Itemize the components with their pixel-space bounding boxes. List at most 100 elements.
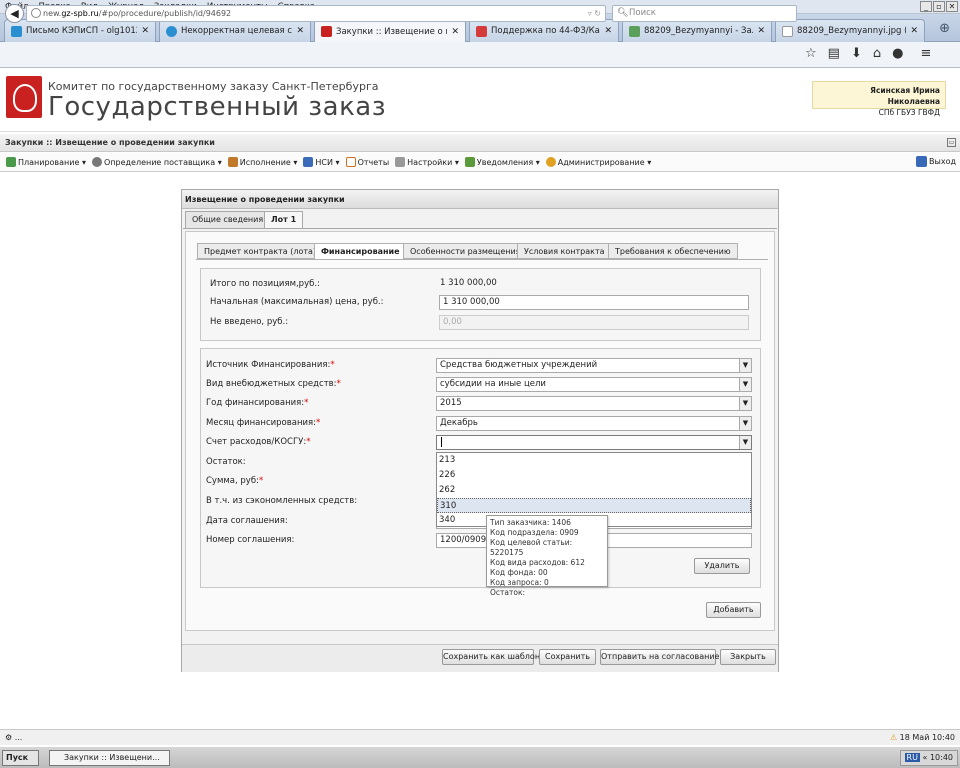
menu-nsi[interactable]: НСИ ▾ [303,157,340,167]
settings-icon [395,157,406,167]
reload-icon[interactable]: ▿ ↻ [588,6,601,21]
required-mark: * [258,476,264,486]
chevron-down-icon[interactable]: ▼ [739,417,751,430]
panel-title: Извещение о проведении закупки [182,190,778,209]
address-bar[interactable]: new.gz-spb.ru/#po/procedure/publish/id/9… [26,5,606,22]
menu-planning[interactable]: Планирование ▾ [6,157,86,167]
chevron-down-icon[interactable]: ▼ [739,378,751,391]
month-label: Месяц финансирования:* [206,418,321,428]
year-select[interactable]: 2015 ▼ [436,396,752,411]
tab-favicon-icon [476,25,487,37]
tab-divider [183,228,777,229]
maximize-panel-icon[interactable]: ▭ [947,138,956,147]
account-select[interactable]: ▼ [436,435,752,450]
not-entered-field: 0,00 [439,315,749,330]
tab-general-info[interactable]: Общие сведения [185,211,271,228]
menu-icon[interactable]: ≡ [920,46,931,61]
browser-tab[interactable]: 88209_Bezymyannyi - Зали...✕ [622,19,772,42]
send-approval-button[interactable]: Отправить на согласование [600,649,719,665]
tooltip-line: Код подраздела: 0909 [490,528,579,537]
extra-funds-label: Вид внебюджетных средств:* [206,379,341,389]
source-select[interactable]: Средства бюджетных учреждений ▼ [436,358,752,373]
search-icon: 🔍︎ [617,8,629,18]
language-indicator[interactable]: RU [904,753,920,762]
extra-funds-select[interactable]: субсидии на иные цели ▼ [436,377,752,392]
restore-icon[interactable]: ▫ [933,1,945,12]
os-taskbar: Пуск Закупки :: Извещени... RU « 10:40 [0,746,960,768]
close-tab-icon[interactable]: ✕ [910,26,918,36]
subtab-features[interactable]: Особенности размещения [403,243,528,259]
close-tab-icon[interactable]: ✕ [141,26,149,36]
save-button[interactable]: Сохранить [539,649,596,665]
add-button[interactable]: Добавить [706,602,761,618]
balance-label: Остаток: [206,457,246,467]
reports-icon [345,157,356,167]
download-icon[interactable]: ⬇ [851,46,862,61]
subtab-subject[interactable]: Предмет контракта (лота) [197,243,324,259]
save-template-button[interactable]: Сохранить как шаблон [442,649,540,665]
start-button[interactable]: Пуск [2,750,39,766]
search-input[interactable]: Поиск [612,5,797,22]
back-icon[interactable]: ◀ [5,4,24,23]
taskbar-item-browser[interactable]: Закупки :: Извещени... [49,750,170,766]
year-label: Год финансирования:* [206,398,309,408]
supplier-icon [91,157,102,167]
browser-tab[interactable]: 88209_Bezymyannyi.jpg (И...✕ [775,19,925,42]
minimize-icon[interactable]: _ [920,1,932,12]
tab-favicon-icon [11,25,22,37]
delete-button[interactable]: Удалить [694,558,750,574]
close-window-icon[interactable]: ✕ [946,1,958,12]
required-mark: * [316,418,321,428]
browser-tab-active[interactable]: Закупки :: Извещение о п... ✕ [314,19,466,43]
reading-list-icon[interactable]: ▤ [828,46,840,61]
status-datetime: ⚠ 18 Май 10:40 [889,733,955,742]
subtab-financing[interactable]: Финансирование [314,243,407,260]
subtab-conditions[interactable]: Условия контракта [517,243,612,259]
not-entered-label: Не введено, руб.: [210,317,289,327]
bookmark-star-icon[interactable]: ☆ [805,46,817,61]
close-tab-icon[interactable]: ✕ [757,26,765,36]
required-mark: * [304,398,309,408]
total-value: 1 310 000,00 [440,278,497,288]
menu-reports[interactable]: Отчеты [345,157,389,167]
site-info-icon[interactable] [31,8,41,18]
max-price-field[interactable]: 1 310 000,00 [439,295,749,310]
notifications-icon [464,157,475,167]
warning-icon[interactable]: ⚠ [890,733,897,742]
nsi-icon [303,157,314,167]
subtab-security[interactable]: Требования к обеспечению [608,243,738,259]
menu-notifications[interactable]: Уведомления ▾ [464,157,540,167]
required-mark: * [336,379,341,389]
close-button[interactable]: Закрыть [720,649,776,665]
tab-lot-1[interactable]: Лот 1 [264,211,304,229]
dropdown-option[interactable]: 262 [437,483,751,498]
month-select[interactable]: Декабрь ▼ [436,416,752,431]
dropdown-option-highlighted[interactable]: 310 [437,498,751,513]
chevron-down-icon[interactable]: ▼ [739,397,751,410]
chat-icon[interactable]: ● [892,46,903,61]
coat-of-arms-logo [6,76,42,118]
close-tab-icon[interactable]: ✕ [604,26,612,36]
exit-button[interactable]: Выход [916,156,956,167]
menu-settings[interactable]: Настройки ▾ [395,157,459,167]
browser-tab[interactable]: Поддержка по 44-ФЗ/Кал...✕ [469,19,619,42]
site-header: Комитет по государственному заказу Санкт… [0,68,960,132]
home-icon[interactable]: ⌂ [873,46,881,61]
close-tab-icon[interactable]: ✕ [296,26,304,36]
menu-supplier[interactable]: Определение поставщика ▾ [91,157,222,167]
browser-tab[interactable]: Некорректная целевая ст...✕ [159,19,311,42]
dropdown-option[interactable]: 213 [437,453,751,468]
chevron-down-icon[interactable]: ▼ [739,359,751,372]
close-tab-icon[interactable]: ✕ [451,27,459,37]
new-tab-icon[interactable]: ⊕ [939,21,950,36]
dropdown-option[interactable]: 226 [437,468,751,483]
tooltip-line: Код целевой статьи: 5220175 [490,538,573,557]
execution-icon [227,157,238,167]
econ-label: В т.ч. из сэкономленных средств: [206,496,358,506]
browser-tab[interactable]: Письмо КЭПиСП - olg1012... ✕ [4,19,156,42]
menu-administration[interactable]: Администрирование ▾ [545,157,651,167]
menu-execution[interactable]: Исполнение ▾ [227,157,297,167]
chevron-down-icon[interactable]: ▼ [739,436,751,449]
user-name: Ясинская Ирина Николаевна [870,86,940,106]
max-price-label: Начальная (максимальная) цена, руб.: [210,297,384,307]
